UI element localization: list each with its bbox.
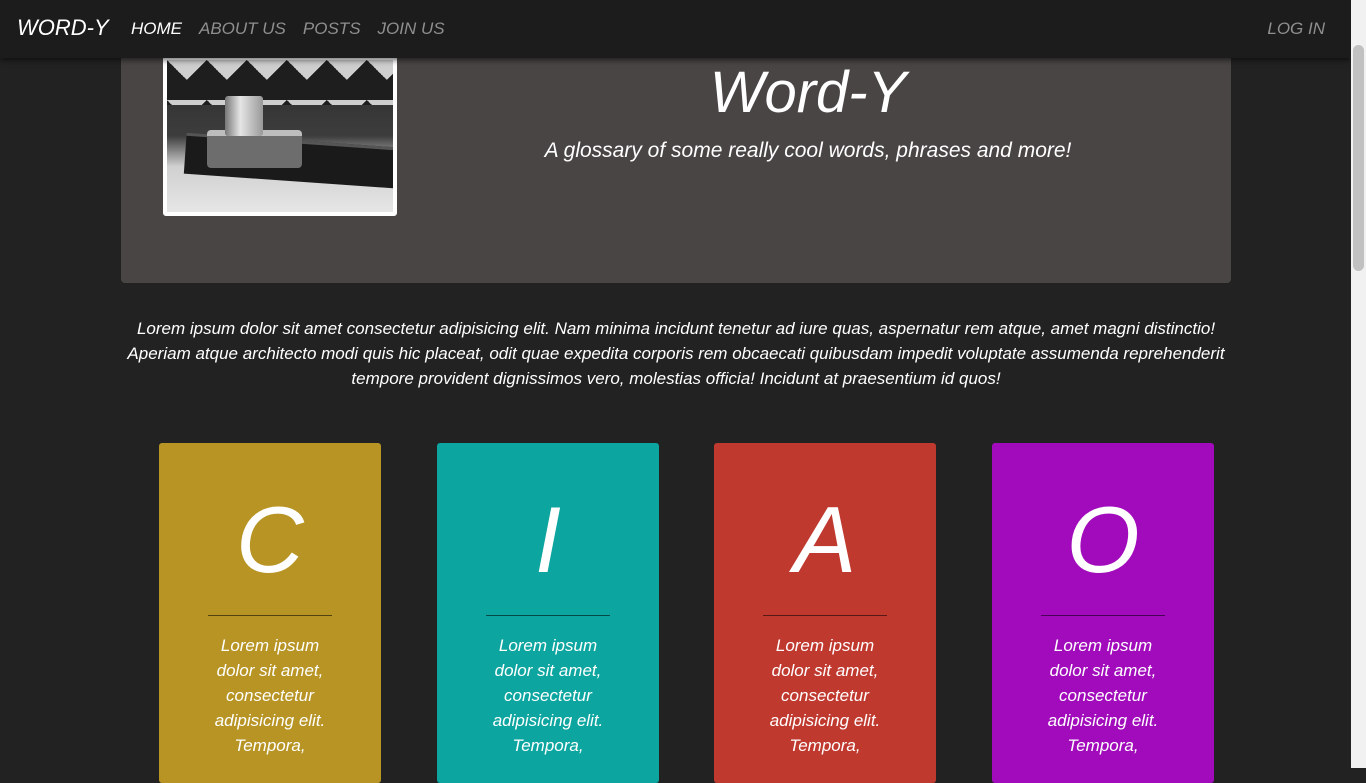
card-letter: O <box>1066 487 1140 592</box>
hero-image <box>163 56 397 216</box>
hero-subtitle: A glossary of some really cool words, ph… <box>544 139 1072 162</box>
triangle-pattern <box>167 60 393 105</box>
card-a[interactable]: A Lorem ipsum dolor sit amet, consectetu… <box>714 443 936 783</box>
card-divider <box>763 615 887 616</box>
intro-paragraph: Lorem ipsum dolor sit amet consectetur a… <box>127 319 1225 388</box>
card-text: Lorem ipsum dolor sit amet, consectetur … <box>492 636 604 755</box>
login-link[interactable]: LOG IN <box>1267 19 1325 39</box>
nav-home[interactable]: HOME <box>131 19 182 39</box>
nav-links: HOME ABOUT US POSTS JOIN US <box>131 19 462 39</box>
card-letter: A <box>793 487 857 592</box>
navbar: WORD-Y HOME ABOUT US POSTS JOIN US LOG I… <box>0 0 1351 58</box>
letter-cards: C Lorem ipsum dolor sit amet, consectetu… <box>0 443 1351 783</box>
card-letter: C <box>236 487 304 592</box>
card-divider <box>1041 615 1165 616</box>
card-divider <box>208 615 332 616</box>
page-scrollbar[interactable] <box>1351 0 1366 768</box>
card-text: Lorem ipsum dolor sit amet, consectetur … <box>769 636 881 755</box>
brand-link[interactable]: WORD-Y <box>17 15 109 41</box>
camera-photo-icon <box>167 60 393 212</box>
hero-title: Word-Y <box>709 60 907 125</box>
card-letter: I <box>534 487 562 592</box>
nav-about-us[interactable]: ABOUT US <box>199 19 286 39</box>
hero-jumbotron: Word-Y A glossary of some really cool wo… <box>121 40 1231 283</box>
nav-posts[interactable]: POSTS <box>303 19 361 39</box>
card-text: Lorem ipsum dolor sit amet, consectetur … <box>1047 636 1159 755</box>
card-c[interactable]: C Lorem ipsum dolor sit amet, consectetu… <box>159 443 381 783</box>
card-text: Lorem ipsum dolor sit amet, consectetur … <box>214 636 326 755</box>
scrollbar-thumb[interactable] <box>1353 45 1364 271</box>
card-i[interactable]: I Lorem ipsum dolor sit amet, consectetu… <box>437 443 659 783</box>
nav-join-us[interactable]: JOIN US <box>378 19 445 39</box>
card-o[interactable]: O Lorem ipsum dolor sit amet, consectetu… <box>992 443 1214 783</box>
card-divider <box>486 615 610 616</box>
camera-lens-shape <box>225 96 263 136</box>
